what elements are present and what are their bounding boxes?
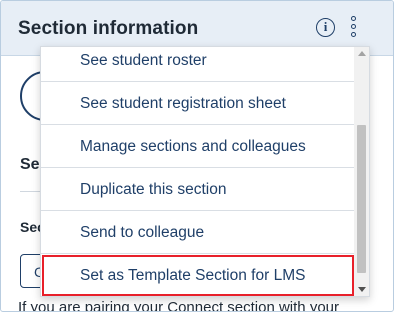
dropdown-scrollbar[interactable] [354,47,369,296]
menu-item-see-student-roster[interactable]: See student roster [41,47,355,82]
panel-title: Section information [18,18,199,39]
kebab-dot [351,16,356,21]
scrollbar-thumb[interactable] [357,125,366,273]
section-actions-dropdown: See student roster See student registrat… [40,46,370,297]
menu-item-set-as-template-section-for-lms[interactable]: Set as Template Section for LMS [41,254,355,296]
scroll-down-arrow-icon[interactable] [358,287,366,292]
menu-item-send-to-colleague[interactable]: Send to colleague [41,211,355,254]
menu-item-duplicate-this-section[interactable]: Duplicate this section [41,168,355,211]
scroll-up-arrow-icon[interactable] [358,51,366,56]
info-icon[interactable]: i [316,18,335,37]
kebab-dot [351,32,356,37]
pairing-description-text: If you are pairing your Connect section … [18,299,339,312]
kebab-dot [351,24,356,29]
section-heading-partial: Se [20,156,40,173]
menu-item-manage-sections-and-colleagues[interactable]: Manage sections and colleagues [41,125,355,168]
menu-item-see-student-registration-sheet[interactable]: See student registration sheet [41,82,355,125]
kebab-menu-icon[interactable] [349,15,361,39]
